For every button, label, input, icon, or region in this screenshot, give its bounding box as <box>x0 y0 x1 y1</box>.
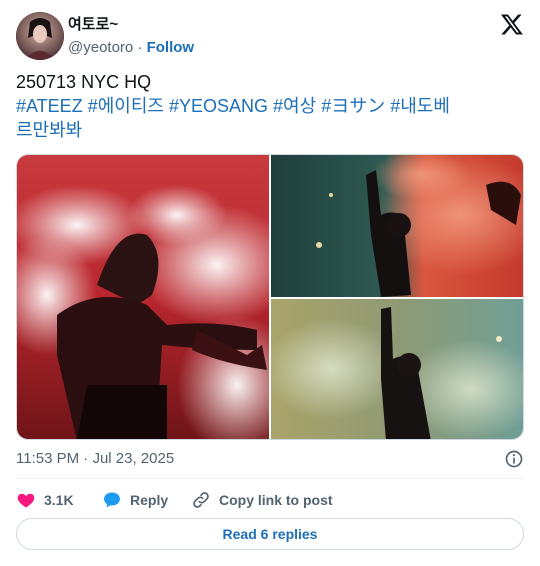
meta-separator: · <box>83 450 89 467</box>
reply-label: Reply <box>130 492 169 508</box>
reply-bubble-icon <box>104 492 120 508</box>
read-replies-button[interactable]: Read 6 replies <box>16 518 524 550</box>
info-icon[interactable] <box>504 449 524 469</box>
media-grid <box>16 154 524 440</box>
follow-button[interactable]: Follow <box>147 39 195 56</box>
post-timestamp[interactable]: 11:53 PM · Jul 23, 2025 <box>16 449 524 469</box>
hashtag-continuation[interactable]: 르만봐봐 <box>16 120 82 140</box>
embedded-post: 여토로~ @yeotoro · Follow 250713 NYC HQ #AT… <box>0 0 540 566</box>
avatar-image <box>16 12 64 60</box>
x-logo-icon[interactable] <box>500 12 524 36</box>
post-text-line: 250713 NYC HQ <box>16 72 152 92</box>
post-time: 11:53 PM <box>16 450 80 467</box>
post-date: Jul 23, 2025 <box>92 450 175 467</box>
photo-3[interactable] <box>271 299 523 439</box>
like-button[interactable]: 3.1K <box>16 488 74 512</box>
hashtag[interactable]: #에이티즈 <box>88 96 164 116</box>
hashtag[interactable]: #ヨサン <box>321 96 385 116</box>
like-count: 3.1K <box>44 492 74 508</box>
action-bar: 3.1K Reply Copy link to post <box>16 488 524 512</box>
post-text: 250713 NYC HQ #ATEEZ #에이티즈 #YEOSANG #여상 … <box>16 70 516 142</box>
heart-icon <box>17 493 35 508</box>
photo-1-image <box>17 155 269 439</box>
copy-link-button[interactable]: Copy link to post <box>191 488 333 512</box>
hashtag[interactable]: #여상 <box>273 96 316 116</box>
hashtag[interactable]: #ATEEZ <box>16 96 83 116</box>
author-handle[interactable]: @yeotoro <box>68 39 133 56</box>
reply-button[interactable]: Reply <box>102 488 168 512</box>
handle-separator: · <box>137 39 143 56</box>
divider <box>16 478 524 479</box>
photo-2[interactable] <box>271 155 523 297</box>
photo-2-image <box>271 155 523 297</box>
hashtag-line: #ATEEZ #에이티즈 #YEOSANG #여상 #ヨサン #내도베 <box>16 94 516 118</box>
photo-3-image <box>271 299 523 439</box>
avatar[interactable] <box>16 12 64 60</box>
author-display-name[interactable]: 여토로~ <box>68 16 194 34</box>
post-header: 여토로~ @yeotoro · Follow <box>16 12 524 60</box>
photo-1[interactable] <box>17 155 269 439</box>
hashtag[interactable]: #내도베 <box>390 96 450 116</box>
link-icon <box>193 492 209 508</box>
copy-link-label: Copy link to post <box>219 492 333 508</box>
hashtag[interactable]: #YEOSANG <box>169 96 268 116</box>
